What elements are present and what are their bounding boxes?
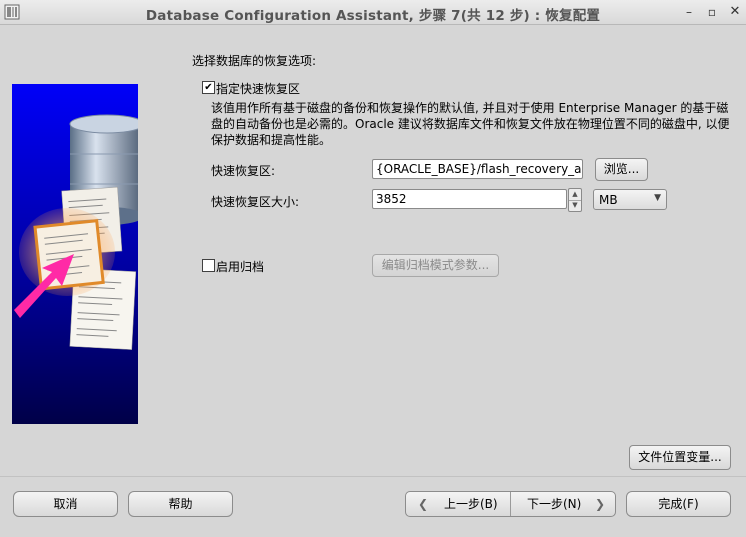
spinner-down-icon[interactable]: ▼ <box>569 200 581 211</box>
next-button[interactable]: 下一步(N) ❯ <box>511 492 615 516</box>
window-title: Database Configuration Assistant, 步骤 7(共… <box>145 8 601 24</box>
archive-checkbox[interactable] <box>202 259 215 272</box>
file-location-variables-button[interactable]: 文件位置变量... <box>629 445 731 470</box>
chevron-right-icon: ❯ <box>595 497 606 511</box>
close-button[interactable]: ✕ <box>726 3 744 21</box>
recovery-options-label: 选择数据库的恢复选项: <box>192 54 317 68</box>
help-button[interactable]: 帮助 <box>128 491 233 517</box>
archive-checkbox-label[interactable]: 启用归档 <box>216 258 264 275</box>
edit-archive-params-button[interactable]: 编辑归档模式参数... <box>372 254 499 277</box>
footer-divider <box>0 476 746 477</box>
maximize-button[interactable]: ▫ <box>703 3 721 21</box>
chevron-left-icon: ❮ <box>418 497 429 511</box>
next-button-label: 下一步(N) <box>527 497 582 511</box>
database-illustration <box>12 84 138 424</box>
recovery-area-size-input[interactable]: 3852 <box>372 189 567 209</box>
cancel-button[interactable]: 取消 <box>13 491 118 517</box>
chevron-down-icon: ▼ <box>654 193 661 203</box>
size-unit-value: MB <box>599 193 618 207</box>
title-bar: Database Configuration Assistant, 步骤 7(共… <box>0 0 746 25</box>
navigation-button-group: ❮ 上一步(B) 下一步(N) ❯ <box>405 491 616 517</box>
finish-button[interactable]: 完成(F) <box>626 491 731 517</box>
size-spinner[interactable]: ▲ ▼ <box>568 188 582 212</box>
back-button-label: 上一步(B) <box>444 497 498 511</box>
recovery-area-label: 快速恢复区: <box>211 164 276 178</box>
recovery-area-size-label: 快速恢复区大小: <box>211 195 300 209</box>
minimize-button[interactable]: – <box>680 3 698 21</box>
flash-recovery-checkbox-label[interactable]: 指定快速恢复区 <box>216 80 300 97</box>
back-button[interactable]: ❮ 上一步(B) <box>406 492 510 516</box>
browse-button[interactable]: 浏览... <box>595 158 648 181</box>
size-unit-select[interactable]: MB ▼ <box>593 189 667 210</box>
flash-recovery-checkbox[interactable]: ✔ <box>202 81 215 94</box>
flash-recovery-description: 该值用作所有基于磁盘的备份和恢复操作的默认值, 并且对于使用 Enterpris… <box>211 101 730 147</box>
recovery-area-input[interactable]: {ORACLE_BASE}/flash_recovery_area <box>372 159 583 179</box>
